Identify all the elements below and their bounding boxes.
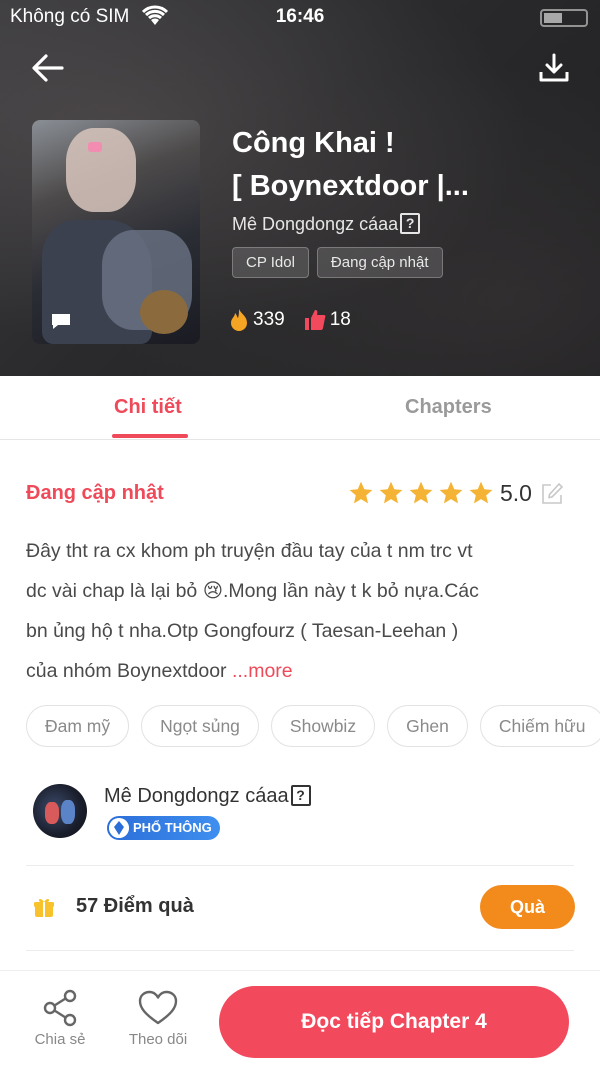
story-status: Đang cập nhật bbox=[26, 482, 164, 504]
uploader-avatar[interactable] bbox=[33, 784, 87, 838]
story-description: Đây tht ra cx khom ph truyện đầu tay của… bbox=[26, 540, 479, 682]
genre-chip[interactable]: Ghen bbox=[387, 705, 468, 747]
points-label: 57 Điểm quà bbox=[76, 895, 194, 917]
story-header: Không có SIM 16:46 Công Khai ! [ Boynext… bbox=[0, 0, 600, 376]
fire-icon bbox=[231, 309, 247, 331]
star-icon bbox=[409, 481, 433, 504]
story-title: Công Khai ! [ Boynextdoor |... bbox=[232, 127, 469, 202]
clock: 16:46 bbox=[275, 6, 325, 27]
tag-status[interactable]: Đang cập nhật bbox=[316, 247, 443, 278]
genre-list: Đam mỹ Ngọt sủng Showbiz Ghen Chiếm hữu bbox=[26, 705, 600, 749]
genre-chip[interactable]: Ngọt sủng bbox=[141, 705, 259, 747]
gift-points-icon bbox=[34, 898, 54, 917]
follow-button[interactable]: Theo dõi bbox=[123, 989, 193, 1048]
more-link[interactable]: ...more bbox=[232, 660, 293, 682]
star-icon bbox=[379, 481, 403, 504]
genre-chip[interactable]: Chiếm hữu bbox=[479, 705, 600, 747]
share-button[interactable]: Chia sẻ bbox=[25, 989, 95, 1048]
continue-reading-button[interactable]: Đọc tiếp Chapter 4 bbox=[219, 986, 569, 1058]
chat-icon bbox=[52, 314, 70, 329]
genre-chip[interactable]: Đam mỹ bbox=[26, 705, 130, 747]
heart-icon bbox=[138, 990, 178, 1025]
level-badge: PHỔ THÔNG bbox=[107, 816, 220, 840]
star-icon bbox=[439, 481, 463, 504]
story-author[interactable]: Mê Dongdongz cáaa? bbox=[232, 213, 421, 235]
fire-stat: 339 bbox=[228, 308, 285, 332]
tab-detail[interactable]: Chi tiết bbox=[114, 396, 182, 419]
divider bbox=[26, 950, 574, 951]
arrow-left-icon[interactable] bbox=[28, 50, 68, 86]
tab-active-indicator bbox=[112, 434, 188, 438]
rating-stars[interactable] bbox=[348, 480, 494, 506]
genre-chip[interactable]: Showbiz bbox=[270, 705, 376, 747]
story-cover-image[interactable] bbox=[32, 120, 200, 344]
share-icon bbox=[43, 989, 77, 1027]
tab-chapters[interactable]: Chapters bbox=[405, 396, 492, 419]
status-bar: Không có SIM 16:46 bbox=[0, 0, 600, 34]
battery-icon bbox=[540, 9, 588, 27]
bottom-action-bar: Chia sẻ Theo dõi Đọc tiếp Chapter 4 bbox=[0, 970, 600, 1067]
uploader-name[interactable]: Mê Dongdongz cáaa? bbox=[104, 785, 311, 808]
gem-icon bbox=[109, 818, 129, 838]
edit-rating-icon[interactable] bbox=[540, 482, 564, 506]
tab-bar: Chi tiết Chapters bbox=[0, 376, 600, 440]
tag-cp-idol[interactable]: CP Idol bbox=[232, 247, 309, 278]
story-stats: 339 18 bbox=[228, 308, 369, 332]
unknown-glyph-icon: ? bbox=[290, 785, 311, 806]
star-icon bbox=[469, 481, 493, 504]
like-stat: 18 bbox=[303, 308, 351, 332]
unknown-glyph-icon: ? bbox=[400, 213, 421, 234]
download-icon[interactable] bbox=[536, 50, 572, 86]
rating-value: 5.0 bbox=[500, 480, 532, 506]
thumbs-up-icon bbox=[304, 310, 326, 330]
story-tags: CP Idol Đang cập nhật bbox=[232, 247, 443, 278]
star-icon bbox=[349, 481, 373, 504]
divider bbox=[26, 865, 574, 866]
gift-button[interactable]: Quà bbox=[480, 885, 575, 929]
